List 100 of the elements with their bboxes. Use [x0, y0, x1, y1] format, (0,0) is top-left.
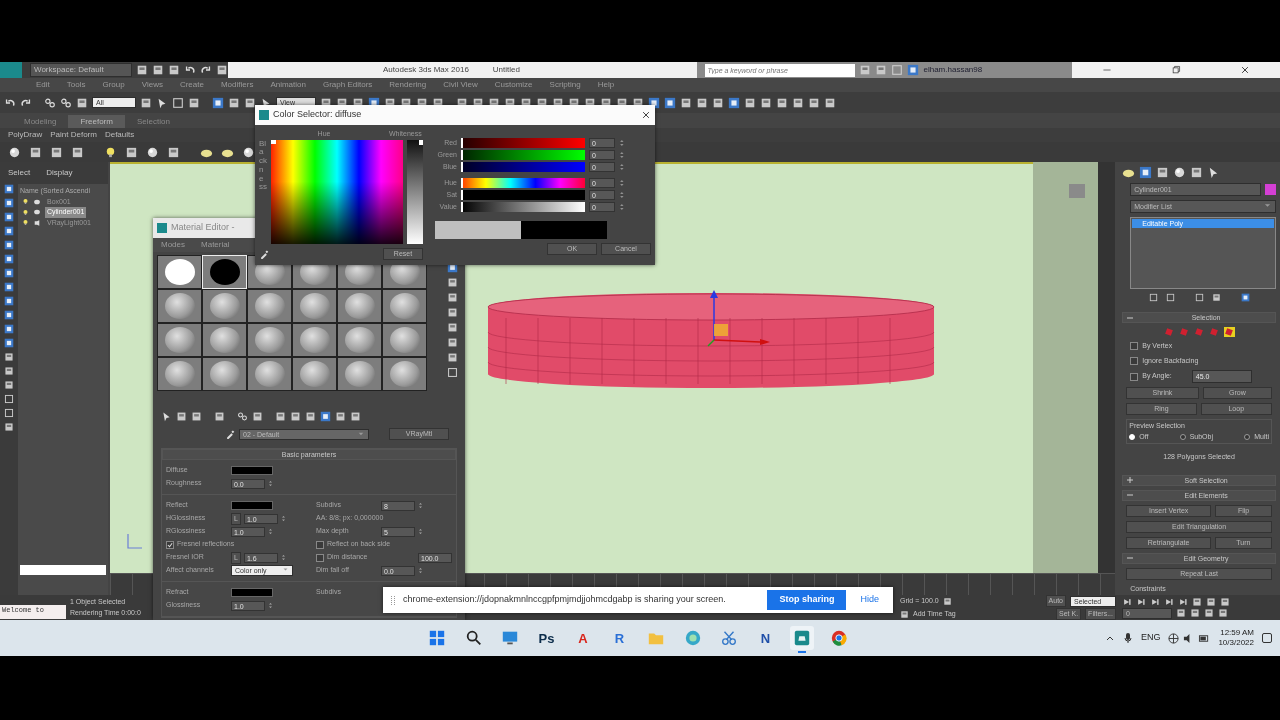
taskbar-button[interactable]: R — [607, 626, 632, 650]
workspace-dropdown[interactable]: Workspace: Default — [30, 63, 132, 77]
ribbon-tab[interactable]: Modeling — [12, 115, 69, 128]
hue-pointer[interactable] — [271, 139, 276, 144]
channel-slider[interactable] — [461, 162, 585, 172]
square-icon[interactable] — [447, 352, 458, 363]
square-icon[interactable] — [4, 366, 14, 376]
material-slot[interactable] — [337, 323, 382, 357]
square-icon[interactable] — [696, 96, 708, 109]
menu-item[interactable]: Modifiers — [220, 79, 254, 91]
square-icon[interactable] — [1220, 596, 1230, 607]
square-icon[interactable] — [29, 145, 42, 159]
square-icon[interactable] — [4, 310, 14, 320]
close-icon[interactable] — [1240, 65, 1251, 75]
ribbon-panel-tab[interactable]: PolyDraw — [8, 129, 43, 141]
playback-icon[interactable] — [1150, 596, 1160, 607]
square-icon[interactable] — [808, 96, 820, 109]
ribbon-panel-tab[interactable]: Paint Deform — [50, 129, 97, 141]
square-icon[interactable] — [4, 184, 14, 194]
horizontal-scrollbar[interactable] — [20, 565, 106, 575]
menu-item[interactable]: Animation — [270, 79, 306, 91]
square-icon[interactable] — [176, 411, 187, 422]
material-slot[interactable] — [202, 357, 247, 391]
menu-item[interactable]: Modes — [161, 239, 185, 251]
square-icon[interactable] — [1206, 596, 1216, 607]
square-icon[interactable] — [136, 64, 148, 76]
square-icon[interactable] — [776, 96, 788, 109]
square-icon[interactable] — [4, 212, 14, 222]
material-slot[interactable] — [292, 357, 337, 391]
expand-icon[interactable] — [1127, 477, 1134, 483]
frame-icon[interactable] — [172, 96, 184, 109]
square-icon[interactable] — [942, 596, 952, 606]
channel-slider[interactable] — [461, 178, 585, 188]
panel-tab[interactable]: Display — [46, 167, 73, 179]
checkbox[interactable] — [1130, 342, 1139, 351]
square-icon[interactable] — [447, 337, 458, 348]
collapse-icon[interactable] — [1127, 492, 1134, 498]
square-icon[interactable] — [290, 411, 301, 422]
spinner-icon[interactable] — [280, 554, 288, 561]
menu-item[interactable]: Material — [201, 239, 230, 251]
microphone-icon[interactable] — [1122, 632, 1133, 644]
cursor-icon[interactable] — [156, 96, 168, 109]
redo-icon[interactable] — [200, 64, 212, 76]
square-icon[interactable] — [4, 380, 14, 390]
square-icon[interactable] — [4, 198, 14, 208]
menu-item[interactable]: Graph Editors — [322, 79, 373, 91]
user-name[interactable]: elham.hassan98 — [923, 64, 983, 76]
collapse-icon[interactable] — [1127, 555, 1134, 561]
square-icon[interactable] — [4, 226, 14, 236]
ribbon-panel-tab[interactable]: Defaults — [104, 129, 135, 141]
material-slot[interactable] — [292, 289, 337, 323]
object-color-swatch[interactable] — [1265, 184, 1276, 195]
square-icon[interactable] — [447, 277, 458, 288]
menu-item[interactable]: Scripting — [549, 79, 581, 91]
frame-icon[interactable] — [1194, 293, 1204, 302]
color-swatch[interactable] — [231, 588, 273, 597]
square-icon[interactable] — [167, 145, 180, 159]
menu-item[interactable]: Tools — [66, 79, 86, 91]
checkbox[interactable] — [1130, 356, 1139, 365]
square-icon[interactable] — [447, 292, 458, 303]
square-icon[interactable] — [712, 96, 724, 109]
material-slot[interactable] — [292, 323, 337, 357]
menu-item[interactable]: Civil View — [443, 79, 478, 91]
square-icon[interactable] — [188, 96, 200, 109]
square-icon[interactable] — [1190, 608, 1200, 618]
square-icon[interactable] — [1156, 166, 1170, 179]
hide-button[interactable]: Hide — [854, 592, 885, 608]
square-icon[interactable] — [1240, 293, 1250, 302]
notification-icon[interactable] — [1262, 633, 1272, 643]
material-slot[interactable] — [247, 323, 292, 357]
playback-icon[interactable] — [1136, 596, 1146, 607]
square-icon[interactable] — [664, 96, 676, 109]
square-icon[interactable] — [335, 411, 346, 422]
whiteness-slider[interactable] — [407, 139, 423, 244]
square-icon[interactable] — [4, 352, 14, 362]
square-icon[interactable] — [71, 145, 84, 159]
collapse-icon[interactable] — [1127, 314, 1134, 321]
spinner-icon[interactable] — [268, 602, 275, 609]
square-icon[interactable] — [212, 96, 224, 109]
material-slot[interactable] — [337, 289, 382, 323]
material-slot[interactable] — [382, 289, 427, 323]
globe-icon[interactable] — [1168, 632, 1180, 644]
square-icon[interactable] — [1192, 596, 1202, 607]
bulb-icon[interactable] — [22, 208, 29, 216]
panel-tab[interactable]: Select — [8, 167, 31, 179]
sphere-icon[interactable] — [1173, 166, 1187, 179]
playback-icon[interactable] — [1122, 596, 1132, 607]
square-icon[interactable] — [191, 411, 202, 422]
square-icon[interactable] — [140, 96, 152, 109]
material-slot[interactable] — [202, 323, 247, 357]
spinner-icon[interactable] — [268, 480, 275, 487]
square-icon[interactable] — [214, 411, 225, 422]
material-slot[interactable] — [247, 357, 292, 391]
square-icon[interactable] — [4, 282, 14, 292]
checkbox[interactable] — [1130, 372, 1139, 381]
square-icon[interactable] — [228, 96, 240, 109]
menu-item[interactable]: Rendering — [389, 79, 427, 91]
menu-item[interactable]: Create — [179, 79, 204, 91]
playback-icon[interactable] — [1164, 596, 1174, 607]
material-slot[interactable] — [157, 357, 202, 391]
